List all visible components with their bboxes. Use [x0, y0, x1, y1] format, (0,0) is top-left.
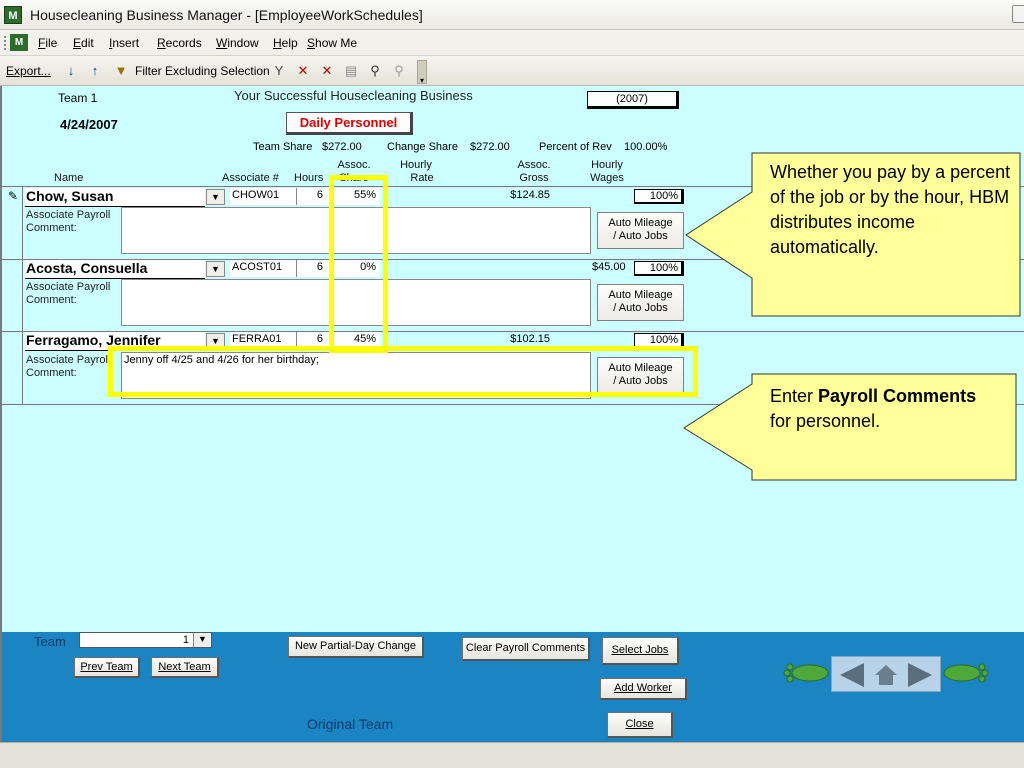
- callout-auto-distribution: Whether you pay by a percent of the job …: [770, 162, 1011, 257]
- frog-hand-left-icon: [783, 663, 829, 683]
- record-selector[interactable]: ✎: [2, 187, 23, 259]
- change-share-value: $272.00: [470, 141, 510, 153]
- schedule-date: 4/24/2007: [60, 117, 118, 132]
- sort-descending-icon[interactable]: ↑: [86, 62, 104, 80]
- col-header-name: Name: [54, 172, 84, 184]
- find-icon[interactable]: ⚲: [366, 62, 384, 80]
- hours-field[interactable]: 6: [296, 188, 329, 205]
- menu-window[interactable]: Window: [216, 36, 259, 50]
- col-header-hourly-wages: Hourly Wages: [590, 159, 624, 184]
- bottom-panel: Team 1 ▼ Prev Team Next Team New Partial…: [0, 632, 1024, 742]
- col-header-hours: Hours: [294, 172, 324, 184]
- close-button[interactable]: Close: [607, 712, 673, 738]
- sort-ascending-icon[interactable]: ↓: [62, 62, 80, 80]
- percent-of-rev-value: 100.00%: [624, 141, 668, 153]
- export-button[interactable]: Export...: [6, 64, 51, 78]
- pencil-icon: ✎: [8, 189, 19, 203]
- filter-icon[interactable]: ▼: [112, 62, 130, 80]
- percent-field[interactable]: 100%: [634, 261, 684, 276]
- payroll-comment-label: Associate Payrol Comment:: [26, 354, 108, 379]
- payroll-comment-highlight: [108, 346, 698, 397]
- team-share-value: $272.00: [322, 141, 362, 153]
- payroll-comment-label: Associate Payroll Comment:: [26, 209, 111, 234]
- team-label: Team 1: [58, 91, 98, 105]
- daily-personnel-label: Daily Personnel: [286, 112, 413, 135]
- new-partial-day-change-button[interactable]: New Partial-Day Change: [288, 636, 424, 658]
- toolbar-overflow-button[interactable]: ▾: [417, 60, 427, 85]
- chevron-down-icon[interactable]: ▼: [193, 633, 211, 647]
- auto-mileage-button[interactable]: Auto Mileage / Auto Jobs: [597, 212, 684, 249]
- auto-mileage-button[interactable]: Auto Mileage / Auto Jobs: [597, 284, 684, 321]
- employee-name[interactable]: Acosta, Consuella: [25, 260, 205, 279]
- window-title: Housecleaning Business Manager - [Employ…: [30, 7, 423, 23]
- remove-filter-icon[interactable]: ✕: [294, 62, 312, 80]
- filter-by-form-icon[interactable]: Y: [270, 62, 288, 80]
- menu-insert[interactable]: Insert: [109, 36, 139, 50]
- menu-records[interactable]: Records: [157, 36, 202, 50]
- select-jobs-button[interactable]: Select Jobs: [602, 637, 679, 665]
- business-name: Your Successful Housecleaning Business: [234, 88, 473, 103]
- record-selector[interactable]: [2, 260, 23, 331]
- new-record-icon[interactable]: ▤: [342, 62, 360, 80]
- assoc-gross-value: $124.85: [510, 189, 550, 201]
- associate-id[interactable]: CHOW01: [230, 188, 296, 205]
- share-column-highlight: [329, 175, 388, 353]
- navigation-panel: [831, 656, 941, 692]
- clear-payroll-comments-button[interactable]: Clear Payroll Comments: [462, 637, 590, 661]
- change-share-label: Change Share: [387, 141, 458, 153]
- forward-arrow-icon[interactable]: [906, 661, 934, 689]
- payroll-comment-label: Associate Payroll Comment:: [26, 281, 111, 306]
- toolbar: Export... ↓ ↑ ▼ Filter Excluding Selecti…: [0, 56, 1024, 86]
- chevron-down-icon[interactable]: ▼: [206, 261, 225, 277]
- original-team-label: Original Team: [307, 716, 394, 732]
- app-icon: M: [4, 6, 22, 24]
- status-bar: [0, 742, 1024, 768]
- window-restore-button[interactable]: [1012, 5, 1024, 23]
- document-icon[interactable]: M: [10, 34, 28, 51]
- year-field: (2007): [587, 91, 679, 109]
- frog-hand-right-icon: [943, 663, 989, 683]
- filter-excluding-selection-button[interactable]: Filter Excluding Selection: [135, 64, 270, 78]
- col-header-assoc-gross: Assoc. Gross: [517, 159, 551, 184]
- home-icon[interactable]: [873, 663, 899, 687]
- record-selector[interactable]: [2, 332, 23, 404]
- replace-icon[interactable]: ⚲: [390, 62, 408, 80]
- menu-bar: M File Edit Insert Records Window Help S…: [0, 30, 1024, 56]
- percent-field[interactable]: 100%: [634, 189, 684, 204]
- next-team-button[interactable]: Next Team: [151, 657, 219, 678]
- col-header-associate-num: Associate #: [222, 172, 279, 184]
- assoc-gross-value: $102.15: [510, 333, 550, 345]
- add-worker-button[interactable]: Add Worker: [600, 678, 687, 700]
- menu-edit[interactable]: Edit: [73, 36, 94, 50]
- callout-payroll-comments: Enter Payroll Comments for personnel.: [770, 386, 977, 431]
- associate-id[interactable]: ACOST01: [230, 260, 296, 277]
- col-header-hourly-rate: Hourly Rate: [400, 159, 434, 184]
- employee-name[interactable]: Chow, Susan: [25, 188, 205, 207]
- title-bar: M Housecleaning Business Manager - [Empl…: [0, 0, 1024, 30]
- back-arrow-icon[interactable]: [838, 661, 866, 689]
- menu-file[interactable]: File: [38, 36, 57, 50]
- prev-team-button[interactable]: Prev Team: [74, 657, 140, 678]
- chevron-down-icon[interactable]: ▼: [206, 189, 225, 205]
- menu-help[interactable]: Help: [273, 36, 298, 50]
- menu-show-me[interactable]: Show Me: [307, 36, 357, 50]
- team-share-label: Team Share: [253, 141, 313, 153]
- hourly-wages-value: $45.00: [592, 261, 626, 273]
- percent-of-rev-label: Percent of Rev: [539, 141, 612, 153]
- grip-handle[interactable]: [4, 36, 7, 50]
- delete-record-icon[interactable]: ✕: [318, 62, 336, 80]
- hours-field[interactable]: 6: [296, 260, 329, 277]
- team-select-label: Team: [34, 634, 66, 649]
